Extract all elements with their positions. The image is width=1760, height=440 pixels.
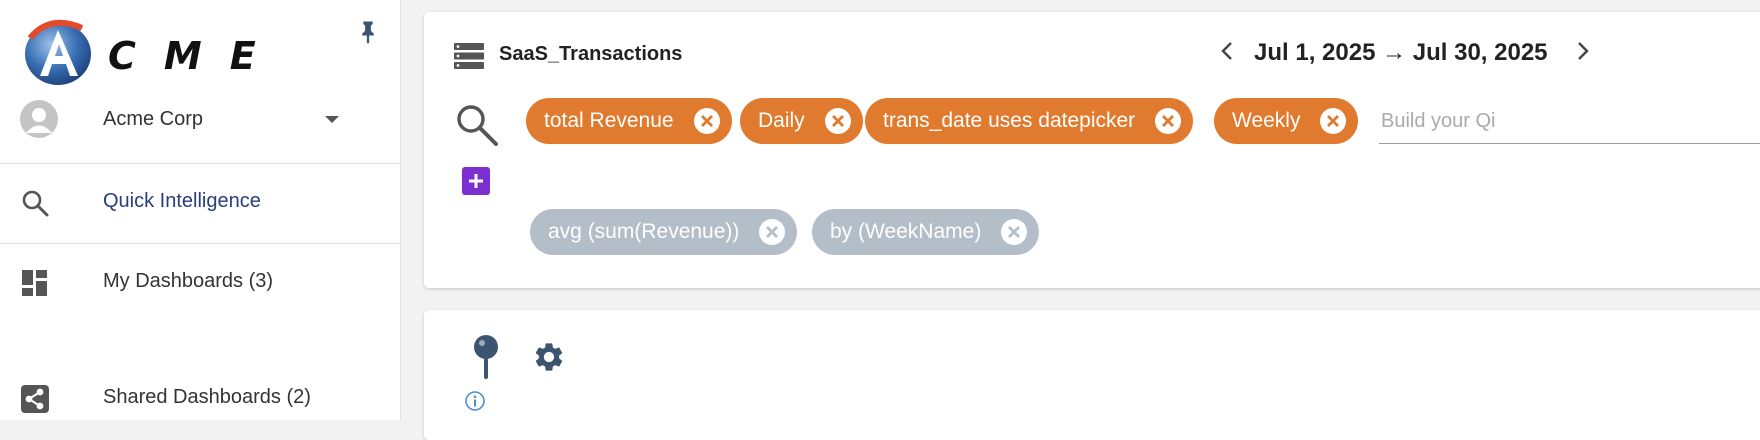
chip-label: avg (sum(Revenue)) <box>548 220 740 243</box>
remove-chip-icon[interactable] <box>1001 219 1028 245</box>
pin-marker-icon[interactable] <box>472 334 500 380</box>
logo-text: CME <box>108 34 284 78</box>
query-builder-card: SaaS_Transactions Jul 1, 2025 → Jul 30, … <box>424 12 1760 288</box>
query-chip[interactable]: trans_date uses datepicker <box>865 98 1194 144</box>
add-button[interactable] <box>462 167 490 195</box>
result-card <box>424 310 1760 440</box>
chip-label: Daily <box>758 109 805 132</box>
remove-chip-icon[interactable] <box>1320 108 1347 134</box>
sidebar-item-label: Quick Intelligence <box>103 190 261 212</box>
dataset-name[interactable]: SaaS_Transactions <box>499 43 682 66</box>
chip-label: Weekly <box>1232 109 1301 132</box>
info-icon[interactable] <box>464 390 486 412</box>
chip-label: total Revenue <box>544 109 674 132</box>
remove-chip-icon[interactable] <box>1155 108 1182 134</box>
sidebar-item-shared-dashboards[interactable]: Shared Dashboards (2) <box>0 368 400 428</box>
sidebar-item-label: Shared Dashboards (2) <box>103 386 311 408</box>
query-chip[interactable]: Weekly <box>1214 98 1359 144</box>
database-icon <box>454 43 484 69</box>
remove-chip-icon[interactable] <box>693 108 720 134</box>
chip-label: by (WeekName) <box>830 220 982 243</box>
remove-chip-icon[interactable] <box>759 219 786 245</box>
share-icon <box>21 385 49 413</box>
search-icon <box>22 190 49 217</box>
derived-chip[interactable]: by (WeekName) <box>812 209 1040 255</box>
org-name: Acme Corp <box>103 108 204 130</box>
gear-icon[interactable] <box>532 340 566 374</box>
user-icon <box>26 108 52 133</box>
chevron-left-icon[interactable] <box>1218 40 1236 62</box>
sidebar-item-label: My Dashboards (3) <box>103 270 274 292</box>
chip-label: trans_date uses datepicker <box>883 109 1136 132</box>
avatar <box>20 100 58 138</box>
qi-search-input[interactable] <box>1379 100 1760 144</box>
sidebar-item-my-dashboards[interactable]: My Dashboards (3) <box>0 252 400 312</box>
dashboard-icon <box>22 270 47 296</box>
search-icon[interactable] <box>454 102 500 148</box>
chevron-down-icon <box>325 116 339 123</box>
sidebar: CME Acme Corp Quick Intelligence My Dash… <box>0 0 401 420</box>
pin-icon[interactable] <box>354 18 382 46</box>
query-chip[interactable]: Daily <box>740 98 863 144</box>
divider <box>0 163 400 164</box>
query-chip[interactable]: total Revenue <box>526 98 732 144</box>
remove-chip-icon[interactable] <box>824 108 851 134</box>
globe-logo-icon <box>25 19 91 85</box>
date-range[interactable]: Jul 1, 2025 → Jul 30, 2025 <box>1254 39 1548 67</box>
sidebar-item-quick-intelligence[interactable]: Quick Intelligence <box>0 172 400 232</box>
derived-chip[interactable]: avg (sum(Revenue)) <box>530 209 798 255</box>
chevron-right-icon[interactable] <box>1574 40 1592 62</box>
divider <box>0 243 400 244</box>
org-switcher[interactable]: Acme Corp <box>0 96 400 142</box>
plus-icon <box>469 174 483 188</box>
acme-logo[interactable]: CME <box>18 14 256 86</box>
